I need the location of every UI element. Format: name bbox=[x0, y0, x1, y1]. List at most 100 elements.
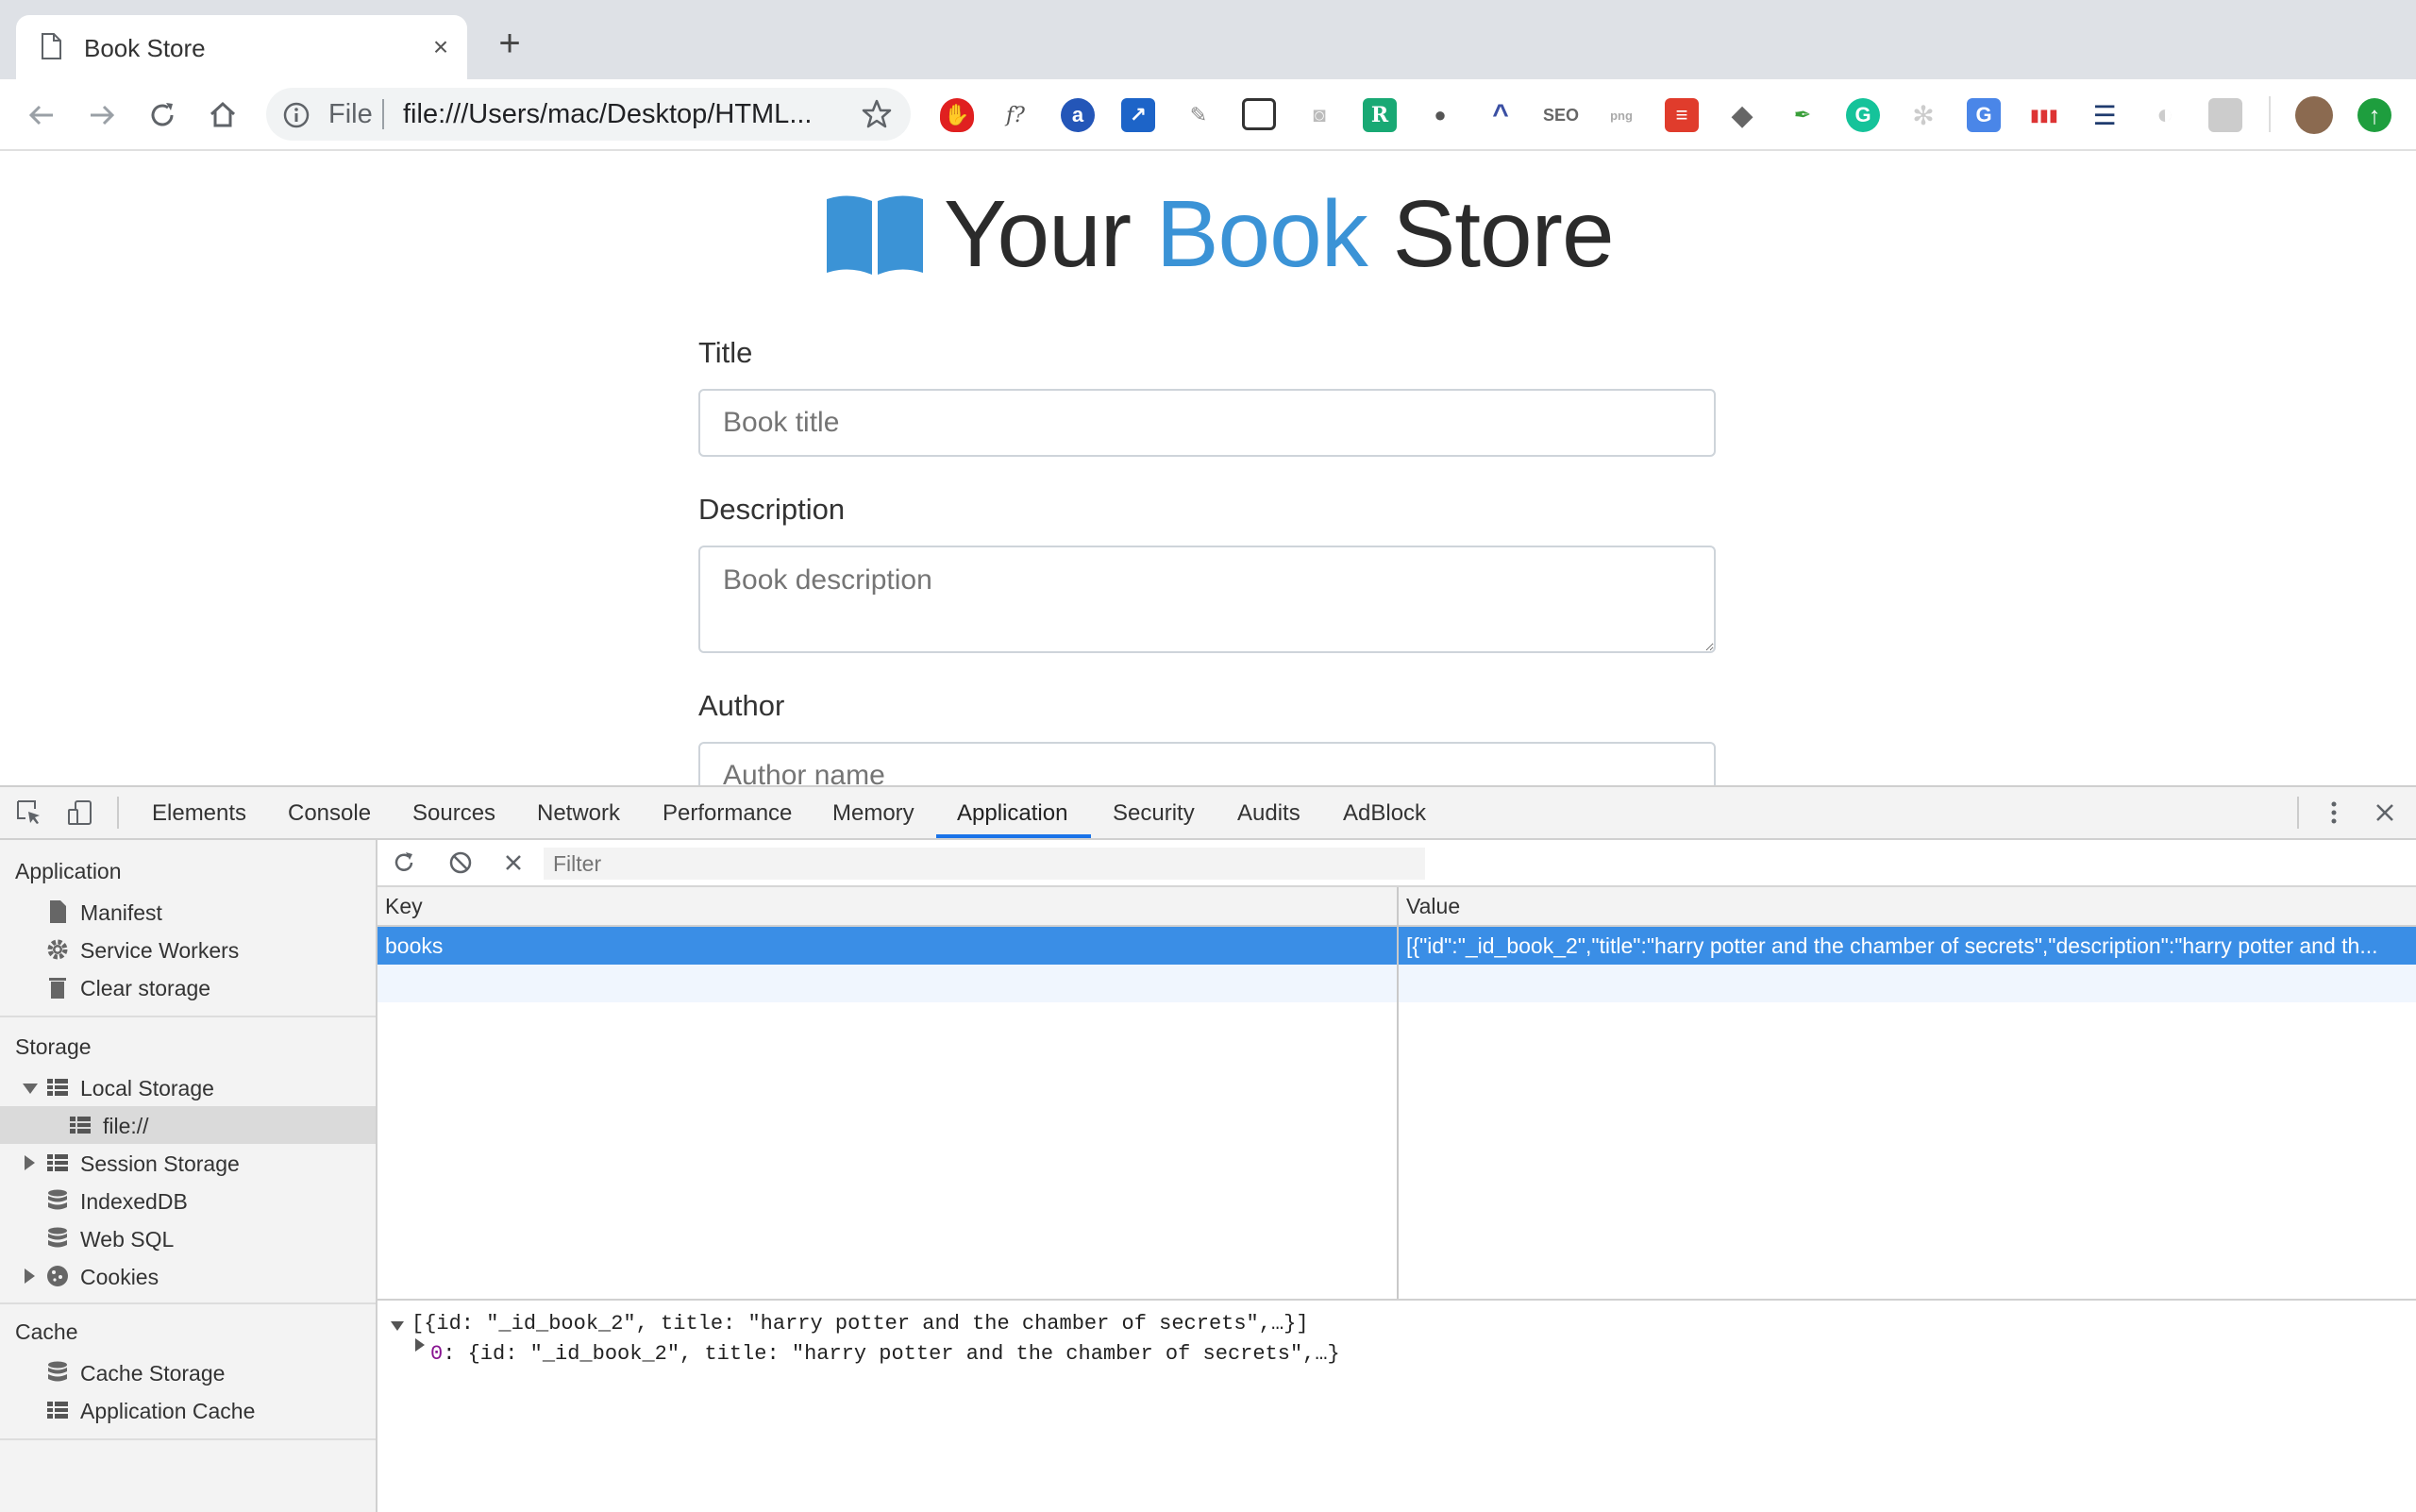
address-url[interactable]: file:///Users/mac/Desktop/HTML... bbox=[403, 99, 813, 130]
tab-network[interactable]: Network bbox=[537, 800, 620, 827]
atom-icon[interactable]: ✻ bbox=[1906, 98, 1940, 132]
ext-a-icon[interactable]: a bbox=[1061, 98, 1095, 132]
cache-header: Cache bbox=[15, 1319, 78, 1344]
value-column-header[interactable]: Value bbox=[1406, 894, 1460, 919]
gear-icon bbox=[47, 939, 68, 960]
collapse-icon[interactable] bbox=[391, 1321, 404, 1331]
seo-icon[interactable]: SEO bbox=[1543, 98, 1579, 132]
filter-input[interactable] bbox=[544, 848, 1425, 880]
description-input[interactable] bbox=[698, 546, 1716, 653]
browser-tab[interactable]: Book Store × bbox=[16, 15, 467, 79]
clear-all-icon[interactable] bbox=[447, 849, 474, 876]
adblock-icon[interactable]: ✋ bbox=[940, 98, 974, 132]
capture-icon[interactable] bbox=[1242, 98, 1276, 130]
tab-console[interactable]: Console bbox=[288, 800, 371, 827]
brand-logo: Your Book Store bbox=[823, 181, 1615, 287]
preview-root[interactable]: [{id: "_id_book_2", title: "harry potter… bbox=[411, 1312, 1309, 1336]
tab-close-icon[interactable]: × bbox=[422, 28, 460, 66]
keyboard-icon[interactable] bbox=[2208, 98, 2242, 132]
bookmark-star-icon[interactable] bbox=[861, 98, 893, 130]
devtools-panel: Elements Console Sources Network Perform… bbox=[0, 785, 2416, 1512]
sidebar-item-indexeddb[interactable]: IndexedDB bbox=[0, 1182, 376, 1219]
todoist-icon[interactable]: ≡ bbox=[1665, 98, 1699, 132]
tab-adblock[interactable]: AdBlock bbox=[1343, 800, 1426, 827]
address-divider bbox=[382, 99, 384, 129]
sidebar-item-clear-storage[interactable]: Clear storage bbox=[0, 968, 376, 1006]
update-icon[interactable]: ↑ bbox=[2357, 98, 2391, 132]
brush-icon[interactable]: ✎ bbox=[1182, 98, 1216, 132]
database-icon bbox=[48, 1361, 67, 1382]
inspect-element-icon[interactable] bbox=[15, 798, 43, 827]
bulb-icon[interactable]: ● bbox=[1423, 98, 1457, 132]
storage-toolbar bbox=[378, 840, 2416, 887]
new-tab-button[interactable]: + bbox=[491, 25, 528, 64]
column-divider[interactable] bbox=[1397, 887, 1399, 1299]
more-options-icon[interactable] bbox=[2320, 798, 2348, 827]
refresh-icon[interactable] bbox=[391, 849, 417, 876]
tab-elements[interactable]: Elements bbox=[152, 800, 246, 827]
server-icon[interactable]: ☰ bbox=[2088, 98, 2122, 132]
layers-icon[interactable]: ◆ bbox=[1725, 98, 1759, 132]
sidebar-item-file-origin[interactable]: file:// bbox=[0, 1106, 376, 1144]
row-value: [{"id":"_id_book_2","title":"harry potte… bbox=[1406, 933, 2378, 958]
sidebar-item-cookies[interactable]: Cookies bbox=[0, 1257, 376, 1295]
sidebar-divider bbox=[0, 1438, 376, 1440]
tab-performance[interactable]: Performance bbox=[663, 800, 792, 827]
document-icon bbox=[42, 33, 61, 59]
delete-selected-icon[interactable] bbox=[500, 849, 527, 876]
moon-icon[interactable]: ◐ bbox=[2148, 98, 2182, 132]
storage-header: Storage bbox=[15, 1034, 92, 1059]
sidebar-item-web-sql[interactable]: Web SQL bbox=[0, 1219, 376, 1257]
active-tab-indicator bbox=[936, 834, 1091, 838]
book-icon bbox=[827, 195, 923, 275]
sidebar-item-session-storage[interactable]: Session Storage bbox=[0, 1144, 376, 1182]
grammarly-icon[interactable]: G bbox=[1846, 98, 1880, 132]
database-icon bbox=[48, 1227, 67, 1248]
translate-icon[interactable]: G bbox=[1967, 98, 2001, 132]
sidebar-item-application-cache[interactable]: Application Cache bbox=[0, 1391, 376, 1429]
expand-right-icon[interactable] bbox=[25, 1155, 35, 1170]
storage-view: Key Value books [{"id":"_id_book_2","tit… bbox=[378, 840, 2416, 1512]
avatar[interactable] bbox=[2295, 96, 2333, 134]
application-header: Application bbox=[15, 859, 122, 883]
camera-icon[interactable]: ◙ bbox=[1302, 98, 1336, 132]
r-icon[interactable]: R bbox=[1363, 98, 1397, 132]
expand-icon[interactable] bbox=[415, 1338, 425, 1352]
tab-security[interactable]: Security bbox=[1113, 800, 1195, 827]
back-icon[interactable] bbox=[21, 94, 62, 136]
fx-icon[interactable]: f? bbox=[998, 98, 1032, 132]
info-icon[interactable] bbox=[283, 102, 310, 128]
colors-icon[interactable]: ▮▮▮ bbox=[2027, 98, 2061, 132]
database-icon bbox=[48, 1189, 67, 1210]
sidebar-item-service-workers[interactable]: Service Workers bbox=[0, 931, 376, 968]
chart-icon[interactable]: ↗ bbox=[1121, 98, 1155, 132]
png-icon[interactable]: png bbox=[1604, 98, 1638, 132]
sidebar-item-cache-storage[interactable]: Cache Storage bbox=[0, 1353, 376, 1391]
reload-icon[interactable] bbox=[142, 94, 183, 136]
home-icon[interactable] bbox=[202, 94, 243, 136]
page-content: Your Book Store Title Description Author bbox=[0, 151, 2416, 785]
author-input[interactable] bbox=[698, 742, 1716, 785]
description-label: Description bbox=[698, 493, 846, 526]
eyedropper-icon[interactable]: ✒ bbox=[1786, 98, 1820, 132]
tab-sources[interactable]: Sources bbox=[412, 800, 495, 827]
sidebar-item-local-storage[interactable]: Local Storage bbox=[0, 1068, 376, 1106]
sidebar-item-manifest[interactable]: Manifest bbox=[0, 893, 376, 931]
grid-icon bbox=[47, 1154, 68, 1171]
tab-application[interactable]: Application bbox=[957, 800, 1067, 827]
application-sidebar: Application Manifest Service Workers Cle… bbox=[0, 840, 378, 1512]
device-toolbar-icon[interactable] bbox=[66, 798, 94, 827]
address-bar[interactable]: File file:///Users/mac/Desktop/HTML... bbox=[266, 88, 911, 141]
expand-right-icon[interactable] bbox=[25, 1268, 35, 1284]
key-column-header[interactable]: Key bbox=[385, 894, 423, 919]
forward-icon[interactable] bbox=[81, 94, 123, 136]
chevron-icon[interactable]: ^ bbox=[1484, 98, 1518, 132]
title-input[interactable] bbox=[698, 389, 1716, 457]
close-devtools-icon[interactable] bbox=[2371, 798, 2399, 827]
tab-audits[interactable]: Audits bbox=[1237, 800, 1300, 827]
trash-icon bbox=[49, 978, 66, 999]
cookie-icon bbox=[47, 1266, 68, 1286]
tab-memory[interactable]: Memory bbox=[832, 800, 914, 827]
expand-down-icon[interactable] bbox=[23, 1084, 38, 1094]
preview-item[interactable]: 0: {id: "_id_book_2", title: "harry pott… bbox=[430, 1342, 1340, 1366]
